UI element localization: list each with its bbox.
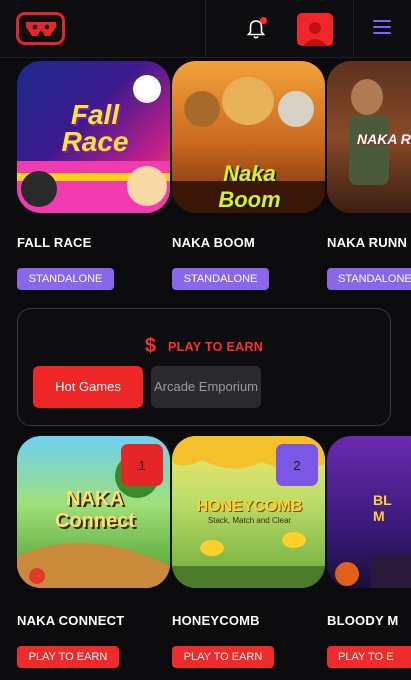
logo-mark-icon <box>25 21 56 36</box>
naka-connect-art-title: NAKA Connect <box>55 488 135 532</box>
user-icon <box>303 22 327 46</box>
avatar[interactable] <box>297 13 333 46</box>
game-title: NAKA BOOM <box>172 235 255 250</box>
game-type-badge: PLAY TO EARN <box>17 646 119 668</box>
bloody-m-art-title: BL M <box>373 492 392 524</box>
game-type-badge: STANDALONE <box>327 268 411 290</box>
game-card-fall-race[interactable]: Fall Race <box>17 61 170 213</box>
game-title: FALL RACE <box>17 235 92 250</box>
game-title: NAKA CONNECT <box>17 613 125 628</box>
game-card-naka-runner[interactable]: NAKA RUNN <box>327 61 411 213</box>
header-divider <box>353 0 354 58</box>
game-title: BLOODY M <box>327 613 399 628</box>
rank-badge: 1 <box>121 444 163 486</box>
hamburger-icon[interactable] <box>373 20 391 35</box>
honeycomb-art-title: HONEYCOMB <box>196 498 303 515</box>
game-card-naka-boom[interactable]: Naka Boom <box>172 61 325 213</box>
honeycomb-art-subtitle: Stack, Match and Clear <box>207 516 292 525</box>
play-to-earn-panel: $ PLAY TO EARN Hot Games Arcade Emporium <box>17 308 391 426</box>
game-title: NAKA RUNN <box>327 235 408 250</box>
game-type-badge: PLAY TO E <box>327 646 411 668</box>
fall-race-art-title: Fall Race <box>61 99 129 157</box>
notification-dot <box>260 17 267 24</box>
game-type-badge: STANDALONE <box>17 268 114 290</box>
game-type-badge: STANDALONE <box>172 268 269 290</box>
top-header <box>0 0 411 58</box>
play-to-earn-heading: PLAY TO EARN <box>168 339 264 354</box>
game-title: HONEYCOMB <box>172 613 260 628</box>
game-card-bloody-m[interactable]: BL M <box>327 436 411 588</box>
dollar-icon: $ <box>144 335 157 357</box>
rank-badge: 2 <box>276 444 318 486</box>
naka-runner-art-title: NAKA RUNN <box>357 131 411 147</box>
tab-arcade-emporium[interactable]: Arcade Emporium <box>151 366 261 408</box>
header-divider <box>205 0 206 58</box>
naka-boom-art-title: Naka Boom <box>218 161 281 212</box>
naka-logo[interactable] <box>16 12 65 45</box>
tab-hot-games[interactable]: Hot Games <box>33 366 143 408</box>
game-type-badge: PLAY TO EARN <box>172 646 274 668</box>
play-to-earn-header: $ PLAY TO EARN <box>18 335 390 358</box>
